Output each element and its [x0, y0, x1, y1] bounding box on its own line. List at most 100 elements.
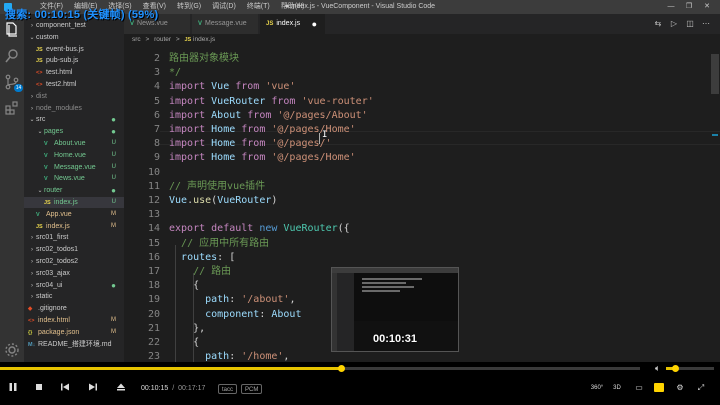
code-line[interactable]: Vue.use(VueRouter)	[169, 194, 277, 208]
code-line[interactable]: import Home from '@/pages/Home'	[169, 123, 356, 137]
code-line[interactable]: routes: [	[169, 251, 235, 265]
tree-file[interactable]: M↓ README_搭建环境.md	[24, 339, 124, 350]
breadcrumb-item[interactable]: src	[132, 36, 141, 43]
tree-file[interactable]: <> test.html	[24, 67, 124, 78]
code-line[interactable]: // 声明使用vue插件	[169, 180, 265, 194]
tree-folder[interactable]: › src04_ui ●	[24, 280, 124, 291]
tree-file[interactable]: V News.vue U	[24, 173, 124, 184]
vr-360-button[interactable]: 360°	[589, 381, 605, 395]
stop-button[interactable]	[32, 382, 46, 396]
chevron-down-icon[interactable]: ⌄	[28, 115, 36, 126]
chevron-right-icon[interactable]: ›	[28, 292, 36, 303]
code-line[interactable]: },	[169, 322, 205, 336]
tree-file[interactable]: V Message.vue U	[24, 162, 124, 173]
code-line[interactable]: path: '/about',	[169, 293, 295, 307]
code-line[interactable]: path: '/home',	[169, 350, 289, 362]
code-token: VueRouter	[283, 223, 338, 235]
code-line[interactable]: component: About	[169, 308, 301, 322]
code-line[interactable]: export default new VueRouter({	[169, 222, 350, 236]
pause-button[interactable]	[6, 382, 20, 396]
code-line[interactable]: // 应用中所有路由	[169, 237, 269, 251]
tree-folder[interactable]: ⌄router ●	[24, 185, 124, 196]
seek-bar-handle[interactable]	[337, 365, 345, 372]
eject-button[interactable]	[114, 382, 128, 396]
chevron-right-icon[interactable]: ›	[28, 245, 36, 256]
breadcrumb-item[interactable]: router	[154, 36, 171, 43]
tree-folder[interactable]: › src03_ajax	[24, 268, 124, 279]
chevron-right-icon[interactable]: ›	[28, 269, 36, 280]
tree-folder[interactable]: › dist	[24, 91, 124, 102]
chevron-down-icon[interactable]: ⌄	[28, 33, 36, 44]
tree-file[interactable]: <> index.html M	[24, 315, 124, 326]
tree-folder[interactable]: ⌄custom	[24, 32, 124, 43]
3d-button[interactable]: 3D	[610, 381, 624, 395]
extensions-icon[interactable]	[4, 100, 20, 116]
tree-folder[interactable]: ⌄src ●	[24, 114, 124, 125]
chevron-right-icon[interactable]: ›	[28, 104, 36, 115]
fullscreen-button[interactable]: ⤢	[694, 381, 708, 395]
breadcrumb-item[interactable]: index.js	[193, 36, 215, 43]
search-icon[interactable]	[4, 48, 20, 64]
code-line[interactable]: */	[169, 66, 181, 80]
explorer-icon[interactable]	[4, 22, 20, 38]
code-line[interactable]: 路由器对象模块	[169, 52, 239, 66]
tree-folder[interactable]: › src01_first	[24, 232, 124, 243]
code-line[interactable]: {	[169, 336, 199, 350]
tree-file[interactable]: JS pub-sub.js	[24, 55, 124, 66]
screen-mode-button[interactable]: ▭	[632, 381, 646, 395]
tree-folder[interactable]: › src02_todos1	[24, 244, 124, 255]
editor-tab[interactable]: V Message.vue	[192, 14, 259, 34]
unsaved-dot-icon[interactable]: ●	[312, 14, 317, 34]
chevron-down-icon[interactable]: ⌄	[36, 186, 44, 197]
minimize-button[interactable]: —	[662, 0, 680, 14]
code-line[interactable]: // 路由	[169, 265, 231, 279]
scrollbar-thumb[interactable]	[711, 54, 719, 94]
tree-file[interactable]: JS event-bus.js	[24, 44, 124, 55]
editor-tab[interactable]: JS index.js ●	[260, 14, 326, 34]
maximize-button[interactable]: ❐	[680, 0, 698, 14]
code-line[interactable]: import About from '@/pages/About'	[169, 109, 368, 123]
code-token: '@/pages/About'	[277, 109, 368, 121]
tree-file[interactable]: V Home.vue U	[24, 150, 124, 161]
settings-gear-icon[interactable]	[4, 342, 20, 358]
tree-folder[interactable]: › src02_todos2	[24, 256, 124, 267]
tree-folder[interactable]: ⌄pages ●	[24, 126, 124, 137]
tree-file[interactable]: <> test2.html	[24, 79, 124, 90]
chevron-right-icon[interactable]: ›	[28, 281, 36, 292]
settings-button[interactable]: ⚙	[673, 381, 687, 395]
source-control-icon[interactable]: 14	[4, 74, 23, 92]
code-line[interactable]: {	[169, 279, 199, 293]
chevron-down-icon[interactable]: ⌄	[36, 127, 44, 138]
chevron-right-icon[interactable]: ›	[28, 21, 36, 32]
split-editor-icon[interactable]: ◫	[682, 14, 698, 34]
seek-bar[interactable]	[0, 365, 640, 372]
subtitle-button[interactable]	[652, 381, 666, 395]
volume-handle[interactable]	[672, 365, 680, 372]
tree-folder[interactable]: › static	[24, 291, 124, 302]
code-line[interactable]: import Home from '@/pages/'	[169, 137, 332, 151]
tree-file[interactable]: {} package.json M	[24, 327, 124, 338]
volume-icon[interactable]: 🔈︎	[655, 363, 660, 374]
tree-file[interactable]: JS index.js M	[24, 221, 124, 232]
close-button[interactable]: ✕	[698, 0, 716, 14]
tree-file[interactable]: V App.vue M	[24, 209, 124, 220]
tree-folder[interactable]: › node_modules	[24, 103, 124, 114]
chevron-right-icon[interactable]: ›	[28, 92, 36, 103]
line-number: 6	[153, 109, 160, 121]
volume-slider[interactable]	[666, 365, 714, 372]
tree-file[interactable]: ◆ .gitignore	[24, 303, 124, 314]
editor-scrollbar[interactable]	[710, 46, 720, 362]
more-actions-icon[interactable]: ⋯	[698, 14, 714, 34]
open-changes-icon[interactable]: ⇆	[650, 14, 666, 34]
chevron-right-icon[interactable]: ›	[28, 257, 36, 268]
next-button[interactable]	[86, 382, 100, 396]
previous-button[interactable]	[58, 382, 72, 396]
chevron-right-icon[interactable]: ›	[28, 233, 36, 244]
code-line[interactable]: import Vue from 'vue'	[169, 80, 295, 94]
code-line[interactable]: import VueRouter from 'vue-router'	[169, 95, 374, 109]
tree-file[interactable]: V About.vue U	[24, 138, 124, 149]
code-line[interactable]: import Home from '@/pages/Home'	[169, 151, 356, 165]
tree-file[interactable]: JS index.js U	[24, 197, 124, 208]
line-number: 17	[147, 266, 160, 277]
run-icon[interactable]: ▷	[666, 14, 682, 34]
